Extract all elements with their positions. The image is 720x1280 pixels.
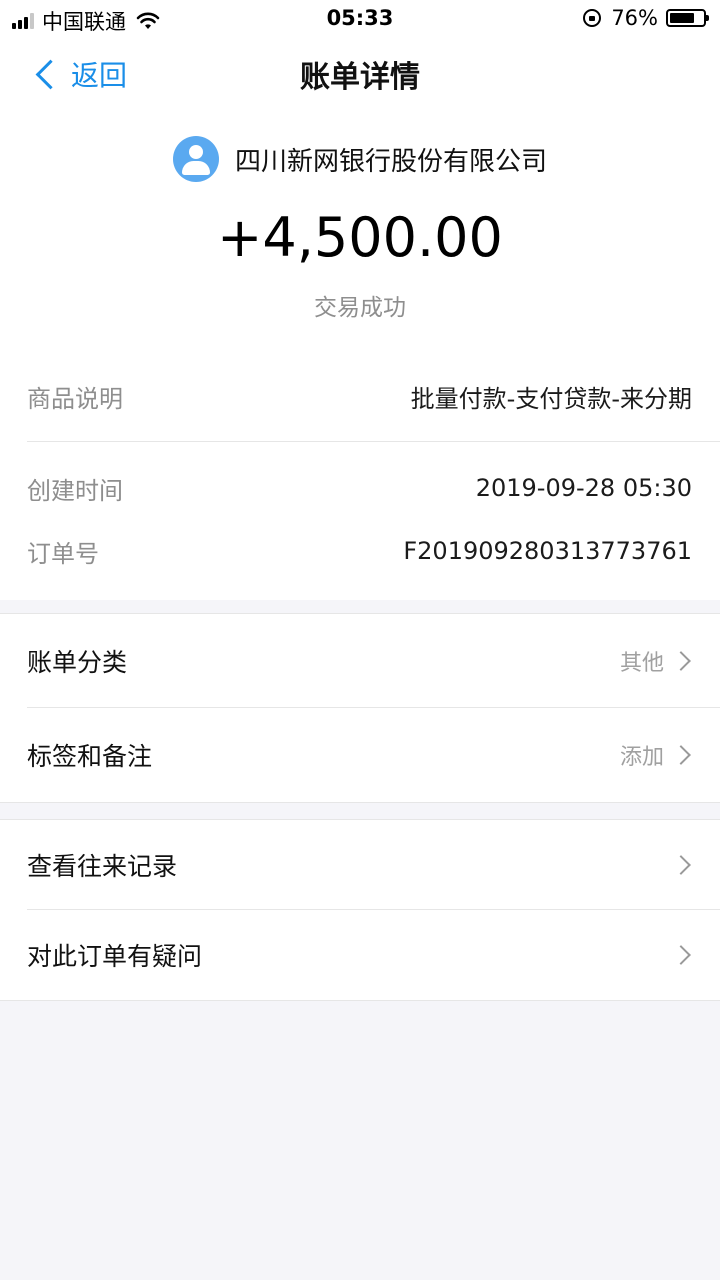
tags-notes-row[interactable]: 标签和备注 添加	[27, 736, 692, 774]
divider	[27, 441, 720, 442]
order-question-row[interactable]: 对此订单有疑问	[27, 936, 692, 974]
divider	[27, 707, 720, 708]
view-history-row[interactable]: 查看往来记录	[27, 846, 692, 884]
product-description-row: 商品说明 批量付款-支付贷款-来分期	[27, 378, 692, 414]
page-title: 账单详情	[300, 60, 420, 95]
bill-category-label: 账单分类	[27, 648, 128, 677]
merchant-name: 四川新网银行股份有限公司	[234, 146, 547, 177]
bill-category-value: 其他	[619, 651, 664, 676]
merchant-row: 四川新网银行股份有限公司	[0, 136, 720, 182]
status-bar: 中国联通 05:33 76%	[0, 0, 720, 36]
row-right	[664, 945, 692, 965]
chevron-right-icon	[671, 855, 691, 875]
battery-fill	[670, 13, 695, 23]
battery-percent: 76%	[611, 6, 658, 30]
chevron-right-icon	[671, 651, 691, 671]
row-right: 添加	[620, 739, 692, 771]
bill-settings-section: 账单分类 其他 标签和备注 添加	[0, 613, 720, 803]
transaction-amount: +4,500.00	[217, 206, 503, 269]
created-value: 2019-09-28 05:30	[475, 474, 692, 502]
divider	[27, 909, 720, 910]
view-history-label: 查看往来记录	[27, 852, 178, 881]
product-label: 商品说明	[27, 384, 123, 413]
order-label: 订单号	[27, 539, 99, 568]
created-time-row: 创建时间 2019-09-28 05:30	[27, 470, 692, 506]
tags-notes-label: 标签和备注	[27, 742, 153, 771]
orientation-lock-icon	[583, 9, 602, 27]
chevron-right-icon	[671, 745, 691, 765]
battery-icon	[666, 9, 709, 27]
order-value: F20190928031377376​1	[403, 537, 692, 565]
order-question-label: 对此订单有疑问	[27, 942, 203, 971]
row-right	[664, 855, 692, 875]
order-number-row: 订单号 F20190928031377376​1	[27, 533, 692, 569]
nav-bar: 返回 账单详情	[0, 36, 720, 110]
bill-summary-area: 中国联通 05:33 76% 返回 账单详情 四川新网银行股份有限公司 +4,5…	[0, 0, 720, 600]
chevron-right-icon	[671, 945, 691, 965]
support-section: 查看往来记录 对此订单有疑问	[0, 819, 720, 1001]
status-right: 76%	[583, 6, 709, 30]
product-value: 批量付款-支付贷款-来分期	[410, 384, 692, 413]
user-avatar-icon	[172, 136, 219, 182]
bill-category-row[interactable]: 账单分类 其他	[27, 642, 692, 680]
row-right: 其他	[620, 645, 692, 677]
tags-notes-value: 添加	[619, 745, 664, 770]
transaction-status: 交易成功	[314, 295, 406, 321]
created-label: 创建时间	[27, 476, 123, 505]
